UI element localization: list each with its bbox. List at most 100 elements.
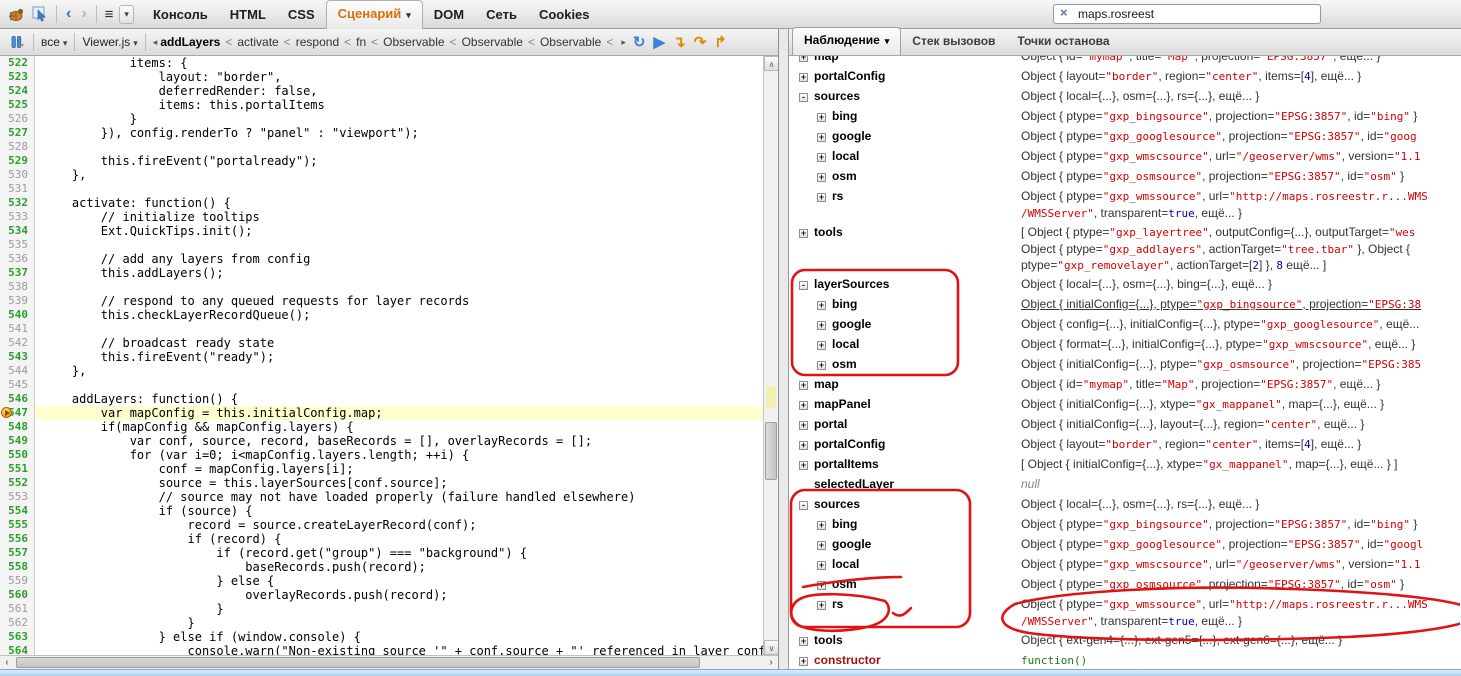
expand-icon[interactable]: +: [817, 601, 826, 610]
line-number[interactable]: 556: [0, 532, 35, 546]
line-number[interactable]: 547: [0, 406, 35, 420]
watch-key[interactable]: osm: [832, 169, 857, 183]
code-lines[interactable]: 522 items: {523 layout: "border",524 def…: [0, 56, 763, 655]
side-tab-точки-останова[interactable]: Точки останова: [1006, 28, 1120, 55]
collapse-icon[interactable]: -: [799, 501, 808, 510]
line-number[interactable]: 546: [0, 392, 35, 406]
line-number[interactable]: 528: [0, 140, 35, 154]
line-number[interactable]: 539: [0, 294, 35, 308]
line-number[interactable]: 559: [0, 574, 35, 588]
expand-icon[interactable]: +: [817, 301, 826, 310]
horizontal-scrollbar[interactable]: ‹ ›: [0, 655, 778, 669]
vertical-scrollbar-thumb[interactable]: [765, 422, 777, 480]
vertical-scrollbar[interactable]: ∧ ∨: [763, 56, 778, 655]
line-number[interactable]: 531: [0, 182, 35, 196]
tab-dom[interactable]: DOM: [423, 1, 475, 29]
expand-icon[interactable]: +: [817, 133, 826, 142]
scroll-down-icon[interactable]: ∨: [764, 640, 778, 655]
expand-icon[interactable]: +: [799, 381, 808, 390]
line-number[interactable]: 555: [0, 518, 35, 532]
search-input[interactable]: [1053, 4, 1321, 24]
rerun-button[interactable]: ↻: [633, 35, 646, 50]
line-number[interactable]: 564: [0, 644, 35, 655]
watch-value[interactable]: Object { layout="border", region="center…: [1021, 434, 1461, 454]
expand-icon[interactable]: +: [799, 56, 808, 62]
expand-icon[interactable]: +: [817, 541, 826, 550]
line-number[interactable]: 535: [0, 238, 35, 252]
firebug-icon[interactable]: [5, 3, 27, 25]
watch-value[interactable]: Object { ptype="gxp_osmsource", projecti…: [1021, 166, 1461, 186]
watch-value[interactable]: Object { initialConfig={...}, ptype="gxp…: [1021, 294, 1461, 314]
watch-value[interactable]: Object { config={...}, initialConfig={..…: [1021, 314, 1461, 334]
line-number[interactable]: 530: [0, 168, 35, 182]
line-number[interactable]: 545: [0, 378, 35, 392]
watch-key[interactable]: osm: [832, 357, 857, 371]
stack-frame[interactable]: Observable: [540, 35, 601, 49]
watch-key[interactable]: google: [832, 129, 871, 143]
step-over-button[interactable]: ↷: [694, 35, 707, 50]
line-number[interactable]: 562: [0, 616, 35, 630]
expand-icon[interactable]: +: [817, 153, 826, 162]
watch-key[interactable]: constructor: [814, 653, 881, 667]
back-button[interactable]: ‹: [61, 6, 76, 22]
script-file-dropdown[interactable]: Viewer.js▾: [79, 35, 140, 49]
tab-сценарий[interactable]: Сценарий▾: [326, 0, 423, 29]
stack-frame[interactable]: addLayers: [160, 35, 220, 49]
watch-key[interactable]: layerSources: [814, 277, 889, 291]
tab-css[interactable]: CSS: [277, 1, 326, 29]
inspect-icon[interactable]: [29, 3, 51, 25]
watch-value[interactable]: Object { ptype="gxp_osmsource", projecti…: [1021, 574, 1461, 594]
line-number[interactable]: 524: [0, 84, 35, 98]
clear-search-icon[interactable]: ×: [1060, 5, 1068, 20]
expand-icon[interactable]: +: [817, 561, 826, 570]
watch-value[interactable]: null: [1021, 474, 1461, 494]
watch-value[interactable]: [ Object { ptype="gxp_layertree", output…: [1021, 222, 1461, 274]
menu-caret-button[interactable]: ▾: [119, 5, 134, 24]
line-number[interactable]: 560: [0, 588, 35, 602]
tab-html[interactable]: HTML: [219, 1, 277, 29]
watch-key[interactable]: sources: [814, 89, 860, 103]
watch-value[interactable]: Object { ptype="gxp_googlesource", proje…: [1021, 126, 1461, 146]
watch-value[interactable]: Object { ext-gen4={...}, ext-gen5={...},…: [1021, 630, 1461, 650]
breadcrumb-scroll-right-icon[interactable]: ▸: [621, 37, 626, 48]
watch-key[interactable]: rs: [832, 189, 843, 203]
watch-key[interactable]: local: [832, 337, 859, 351]
watch-key[interactable]: portalItems: [814, 457, 879, 471]
watch-value[interactable]: Object { ptype="gxp_bingsource", project…: [1021, 514, 1461, 534]
watch-value[interactable]: Object { local={...}, osm={...}, rs={...…: [1021, 494, 1461, 514]
watch-value[interactable]: Object { initialConfig={...}, xtype="gx_…: [1021, 394, 1461, 414]
line-number[interactable]: 543: [0, 350, 35, 364]
expand-icon[interactable]: +: [817, 173, 826, 182]
horizontal-scrollbar-thumb[interactable]: [16, 657, 700, 668]
collapse-icon[interactable]: -: [799, 281, 808, 290]
scroll-right-icon[interactable]: ›: [764, 656, 778, 669]
line-number[interactable]: 551: [0, 462, 35, 476]
line-number[interactable]: 534: [0, 224, 35, 238]
watch-key[interactable]: tools: [814, 225, 843, 239]
watch-key[interactable]: rs: [832, 597, 843, 611]
expand-icon[interactable]: +: [799, 229, 808, 238]
watch-value[interactable]: Object { ptype="gxp_wmscsource", url="/g…: [1021, 554, 1461, 574]
line-number[interactable]: 523: [0, 70, 35, 84]
line-number[interactable]: 553: [0, 490, 35, 504]
line-number[interactable]: 526: [0, 112, 35, 126]
watch-key[interactable]: map: [814, 377, 839, 391]
expand-icon[interactable]: +: [799, 401, 808, 410]
tab-cookies[interactable]: Cookies: [528, 1, 601, 29]
watch-value[interactable]: Object { layout="border", region="center…: [1021, 66, 1461, 86]
expand-icon[interactable]: +: [799, 657, 808, 666]
line-number[interactable]: 536: [0, 252, 35, 266]
watch-key[interactable]: portalConfig: [814, 437, 885, 451]
line-number[interactable]: 554: [0, 504, 35, 518]
watch-key[interactable]: google: [832, 537, 871, 551]
watch-key[interactable]: bing: [832, 297, 857, 311]
breadcrumb-scroll-left-icon[interactable]: ◂: [153, 37, 158, 48]
watch-key[interactable]: sources: [814, 497, 860, 511]
continue-button[interactable]: ▶: [653, 35, 665, 50]
scroll-up-icon[interactable]: ∧: [764, 56, 778, 71]
stack-frame[interactable]: respond: [296, 35, 339, 49]
watch-key[interactable]: portal: [814, 417, 847, 431]
watch-key[interactable]: bing: [832, 109, 857, 123]
expand-icon[interactable]: +: [799, 637, 808, 646]
watch-key[interactable]: local: [832, 557, 859, 571]
